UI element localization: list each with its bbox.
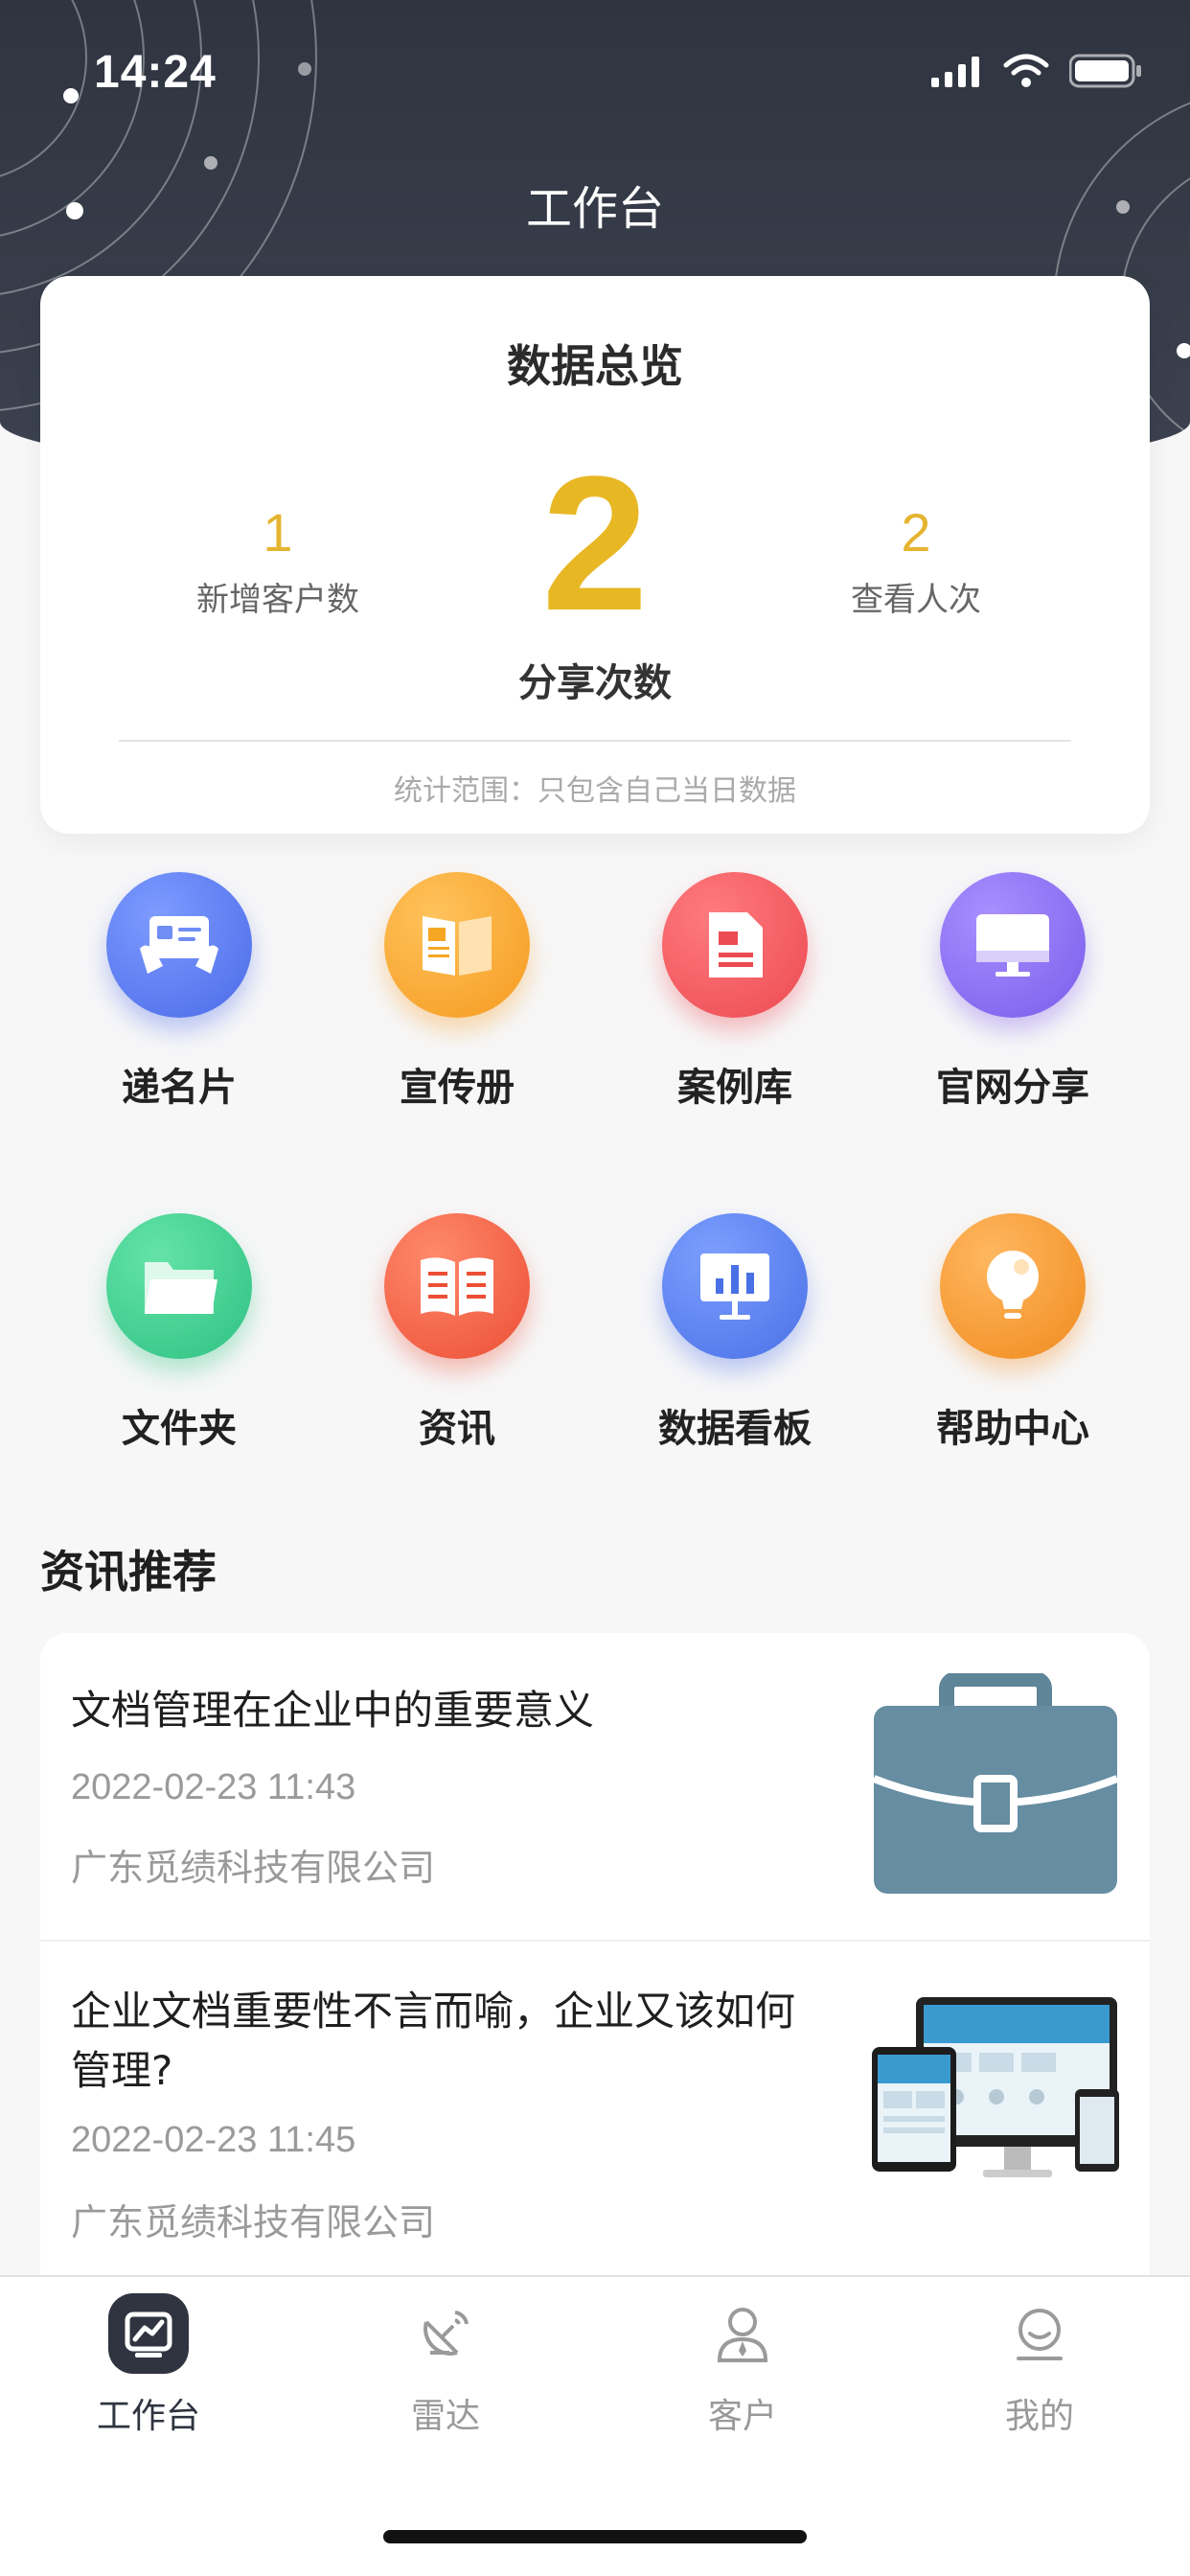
news-item[interactable]: 文档管理在企业中的重要意义 2022-02-23 11:43 广东觅绩科技有限公… (40, 1633, 1150, 1942)
news-source: 广东觅绩科技有限公司 (71, 1847, 436, 1889)
feature-label: 资讯 (419, 1407, 495, 1451)
stat-shares-value: 2 (541, 437, 649, 651)
tab-label: 雷达 (410, 2397, 480, 2436)
briefcase-icon (872, 1673, 1119, 1894)
news-title: 企业文档重要性不言而喻，企业又该如何管理? (71, 1988, 796, 2094)
news-title: 文档管理在企业中的重要意义 (71, 1687, 595, 1734)
stat-shares[interactable]: 2 分享次数 (451, 448, 739, 707)
overview-title: 数据总览 (507, 340, 683, 392)
news-date: 2022-02-23 11:45 (71, 2120, 356, 2160)
feature-label: 文件夹 (122, 1407, 237, 1451)
profile-icon (891, 2290, 1188, 2377)
news-source: 广东觅绩科技有限公司 (71, 2201, 436, 2243)
stat-shares-label: 分享次数 (518, 661, 672, 705)
cellular-signal-icon (931, 57, 979, 87)
feature-label: 递名片 (122, 1066, 237, 1110)
news-list: 文档管理在企业中的重要意义 2022-02-23 11:43 广东觅绩科技有限公… (40, 1633, 1150, 2304)
feature-dashboard[interactable]: 数据看板 (596, 1213, 874, 1453)
stat-views-value: 2 (901, 502, 931, 563)
feature-label: 帮助中心 (936, 1407, 1089, 1451)
brochure-icon (384, 872, 530, 1018)
devices-image (872, 1997, 1119, 2177)
overview-divider (119, 740, 1071, 742)
tab-label: 我的 (1004, 2397, 1074, 2436)
stat-new-customers-value: 1 (263, 502, 293, 563)
tab-customer[interactable]: 客户 (594, 2290, 891, 2438)
feature-news[interactable]: 资讯 (318, 1213, 596, 1453)
tab-profile[interactable]: 我的 (891, 2290, 1188, 2438)
tab-label: 工作台 (96, 2397, 200, 2436)
stat-views[interactable]: 2 查看人次 (791, 506, 1041, 620)
feature-folder[interactable]: 文件夹 (40, 1213, 318, 1453)
feature-website-share[interactable]: 官网分享 (874, 872, 1152, 1112)
page-title: 工作台 (525, 182, 664, 236)
status-bar: 14:24 (0, 0, 1190, 144)
feature-label: 官网分享 (936, 1066, 1089, 1110)
tab-label: 客户 (707, 2397, 777, 2436)
radar-icon (297, 2290, 594, 2377)
status-time: 14:24 (94, 47, 217, 98)
status-icons (931, 54, 1142, 88)
feature-label: 宣传册 (400, 1066, 515, 1110)
feature-label: 数据看板 (658, 1407, 812, 1451)
stat-new-customers[interactable]: 1 新增客户数 (153, 506, 402, 620)
tab-workbench[interactable]: 工作台 (0, 2290, 297, 2438)
overview-note: 统计范围：只包含自己当日数据 (394, 774, 796, 808)
feature-business-card[interactable]: 递名片 (40, 872, 318, 1112)
stat-new-customers-label: 新增客户数 (196, 581, 359, 619)
feature-label: 案例库 (677, 1066, 792, 1110)
news-date: 2022-02-23 11:43 (71, 1767, 356, 1807)
stat-views-label: 查看人次 (851, 581, 981, 619)
folder-icon (106, 1213, 252, 1359)
news-item[interactable]: 企业文档重要性不言而喻，企业又该如何管理? 2022-02-23 11:45 广… (40, 1942, 1150, 2304)
dashboard-icon (662, 1213, 808, 1359)
news-section-title: 资讯推荐 (40, 1546, 217, 1598)
home-indicator (383, 2530, 807, 2543)
wifi-icon (1003, 54, 1049, 87)
website-share-icon (940, 872, 1086, 1018)
data-overview-card: 数据总览 1 新增客户数 2 分享次数 2 查看人次 统计范围：只包含自己当日数… (40, 276, 1150, 834)
business-card-icon (106, 872, 252, 1018)
feature-help-center[interactable]: 帮助中心 (874, 1213, 1152, 1453)
battery-icon (1069, 54, 1141, 88)
case-library-icon (662, 872, 808, 1018)
workbench-icon (0, 2290, 297, 2377)
feature-case-library[interactable]: 案例库 (596, 872, 874, 1112)
feature-brochure[interactable]: 宣传册 (318, 872, 596, 1112)
tab-radar[interactable]: 雷达 (297, 2290, 594, 2438)
customer-icon (594, 2290, 891, 2377)
help-bulb-icon (940, 1213, 1086, 1359)
news-icon (384, 1213, 530, 1359)
